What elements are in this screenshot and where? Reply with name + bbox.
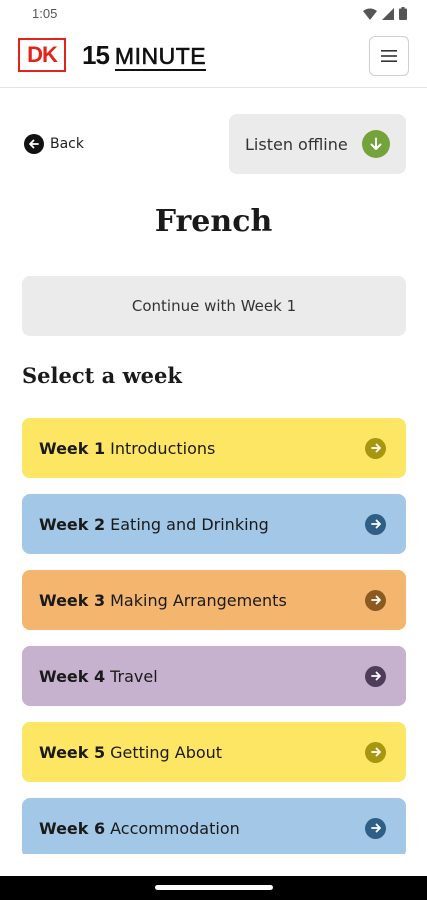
week-text: Week 5 Getting About	[39, 743, 365, 762]
week-number: Week 1	[39, 438, 106, 458]
status-icons	[363, 7, 407, 20]
menu-button[interactable]	[369, 36, 409, 76]
week-name: Making Arrangements	[110, 590, 287, 610]
arrow-left-icon	[24, 134, 44, 154]
battery-icon	[399, 7, 407, 20]
wifi-icon	[363, 8, 377, 20]
brand-number: 15	[82, 40, 110, 70]
arrow-right-icon	[365, 513, 386, 535]
week-text: Week 4 Travel	[39, 667, 365, 686]
week-name: Travel	[110, 666, 158, 686]
select-week-heading: Select a week	[22, 363, 182, 388]
week-card[interactable]: Week 6 Accommodation	[22, 798, 406, 854]
page-title: French	[154, 204, 273, 239]
week-name: Accommodation	[110, 818, 240, 838]
week-card[interactable]: Week 5 Getting About	[22, 722, 406, 782]
week-name: Eating and Drinking	[110, 514, 269, 534]
week-number: Week 5	[39, 742, 106, 762]
week-number: Week 3	[39, 590, 106, 610]
week-card[interactable]: Week 3 Making Arrangements	[22, 570, 406, 630]
home-gesture-handle[interactable]	[155, 885, 273, 890]
app-header: DK 15 MINUTE	[0, 28, 427, 88]
logo-text: DK	[27, 42, 58, 67]
week-name: Getting About	[110, 742, 223, 762]
dk-logo[interactable]: DK	[18, 38, 66, 72]
week-list[interactable]: Week 1 Introductions Week 2 Eating and Dri…	[22, 418, 406, 854]
arrow-right-icon	[365, 817, 386, 839]
listen-offline-button[interactable]: Listen offline	[229, 114, 406, 174]
status-time: 1:05	[32, 6, 58, 21]
week-number: Week 4	[39, 666, 106, 686]
status-bar: 1:05	[0, 0, 427, 28]
brand-title: 15 MINUTE	[82, 40, 207, 71]
listen-offline-label: Listen offline	[245, 134, 348, 154]
arrow-right-icon	[365, 741, 386, 763]
week-card[interactable]: Week 2 Eating and Drinking	[22, 494, 406, 554]
hamburger-menu-icon	[381, 50, 397, 62]
week-name: Introductions	[110, 438, 216, 458]
week-card[interactable]: Week 1 Introductions	[22, 418, 406, 478]
arrow-right-icon	[365, 665, 386, 687]
week-number: Week 6	[39, 818, 106, 838]
week-text: Week 1 Introductions	[39, 439, 365, 458]
signal-icon	[382, 7, 394, 20]
week-text: Week 6 Accommodation	[39, 819, 365, 838]
download-icon	[361, 130, 390, 158]
back-button[interactable]: Back	[24, 134, 84, 154]
back-label: Back	[50, 136, 84, 152]
week-text: Week 2 Eating and Drinking	[39, 515, 365, 534]
week-text: Week 3 Making Arrangements	[39, 591, 365, 610]
brand-word: MINUTE	[114, 43, 207, 71]
week-card[interactable]: Week 4 Travel	[22, 646, 406, 706]
arrow-right-icon	[365, 589, 386, 611]
week-number: Week 2	[39, 514, 106, 534]
system-nav-bar	[0, 876, 427, 900]
continue-button[interactable]: Continue with Week 1	[22, 276, 406, 336]
arrow-right-icon	[365, 437, 386, 459]
